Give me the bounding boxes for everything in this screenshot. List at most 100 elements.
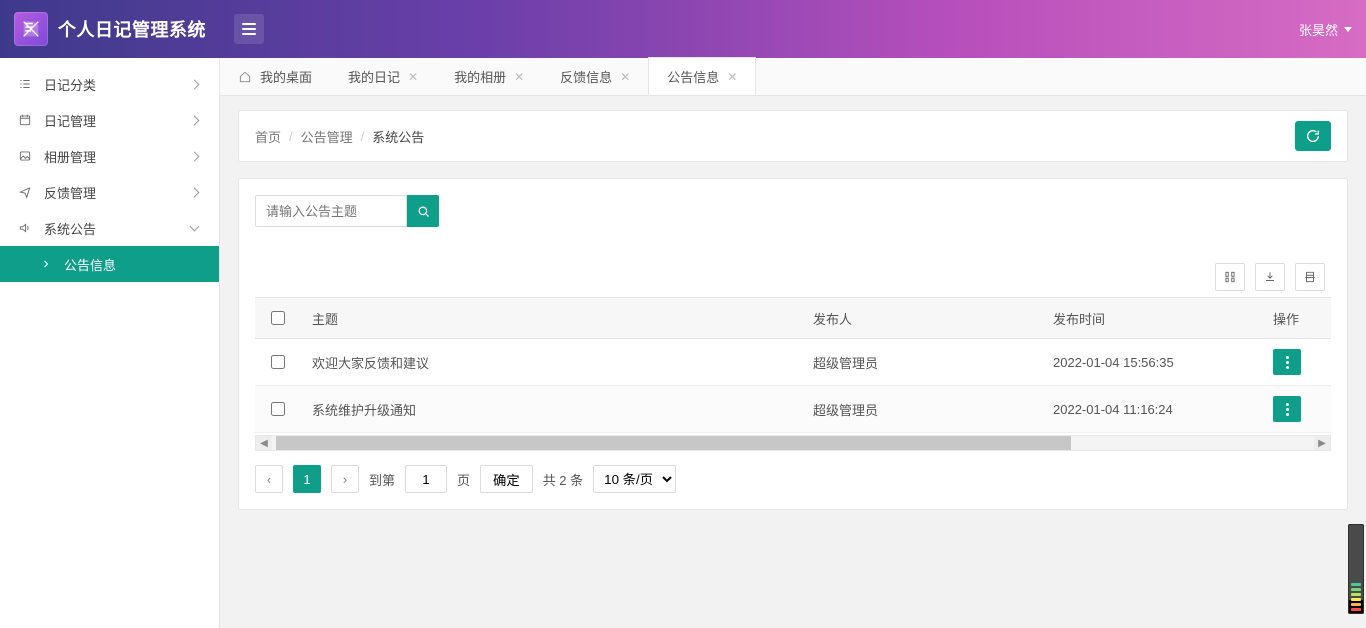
col-action: 操作 xyxy=(1261,298,1331,339)
sidebar-item-label: 系统公告 xyxy=(44,219,96,238)
sound-icon xyxy=(18,221,32,235)
list-icon xyxy=(18,77,32,91)
cell-time: 2022-01-04 11:16:24 xyxy=(1041,386,1261,433)
sidebar-item-diary-category[interactable]: 日记分类 xyxy=(0,66,219,102)
chevron-right-icon xyxy=(189,114,201,126)
sidebar-sub-notice-info[interactable]: 公告信息 xyxy=(0,246,219,282)
share-icon xyxy=(18,185,32,199)
tab-label: 公告信息 xyxy=(667,67,719,86)
cell-topic: 系统维护升级通知 xyxy=(300,386,801,433)
row-checkbox[interactable] xyxy=(271,402,285,416)
sidebar-sub-label: 公告信息 xyxy=(64,255,116,274)
col-publisher: 发布人 xyxy=(801,298,1041,339)
indicator-bar xyxy=(1351,603,1361,606)
pager-prev[interactable]: ‹ xyxy=(255,465,283,493)
breadcrumb-card: 首页 / 公告管理 / 系统公告 xyxy=(238,110,1348,162)
search-input[interactable] xyxy=(255,195,407,227)
scroll-indicator-widget[interactable] xyxy=(1348,524,1364,614)
row-action-button[interactable] xyxy=(1273,396,1301,422)
pager-goto-suffix: 页 xyxy=(457,470,470,489)
breadcrumb-separator: / xyxy=(289,129,293,144)
chevron-down-icon xyxy=(189,222,201,234)
chevron-right-icon xyxy=(189,78,201,90)
columns-button[interactable] xyxy=(1215,263,1245,291)
breadcrumb: 首页 / 公告管理 / 系统公告 xyxy=(255,127,424,146)
chevron-down-icon xyxy=(1344,27,1352,32)
scroll-right-arrow[interactable]: ▶ xyxy=(1314,436,1330,450)
refresh-button[interactable] xyxy=(1295,121,1331,151)
menu-toggle-button[interactable] xyxy=(234,14,264,44)
indicator-bar xyxy=(1351,588,1361,591)
breadcrumb-current: 系统公告 xyxy=(372,127,424,146)
sidebar-item-diary-manage[interactable]: 日记管理 xyxy=(0,102,219,138)
search-button[interactable] xyxy=(407,195,439,227)
pager-total: 共 2 条 xyxy=(543,470,583,489)
user-menu[interactable]: 张昊然 xyxy=(1299,20,1352,39)
scroll-thumb[interactable] xyxy=(276,436,1071,450)
tab-my-diary[interactable]: 我的日记 ✕ xyxy=(330,58,436,95)
close-icon[interactable]: ✕ xyxy=(408,70,418,84)
image-icon xyxy=(18,149,32,163)
indicator-bar xyxy=(1351,583,1361,586)
tab-desktop[interactable]: 我的桌面 xyxy=(220,58,330,95)
notice-table: 主题 发布人 发布时间 操作 欢迎大家反馈和建议 超级管理员 2022-01-0… xyxy=(255,297,1331,433)
breadcrumb-section[interactable]: 公告管理 xyxy=(301,127,353,146)
sidebar-item-album-manage[interactable]: 相册管理 xyxy=(0,138,219,174)
row-action-button[interactable] xyxy=(1273,349,1301,375)
search-icon xyxy=(416,204,431,219)
user-name: 张昊然 xyxy=(1299,20,1338,39)
sidebar-item-label: 反馈管理 xyxy=(44,183,96,202)
pagination: ‹ 1 › 到第 页 确定 共 2 条 10 条/页 xyxy=(255,465,1331,493)
scroll-left-arrow[interactable]: ◀ xyxy=(256,436,272,450)
app-title: 个人日记管理系统 xyxy=(58,16,206,42)
table-row: 系统维护升级通知 超级管理员 2022-01-04 11:16:24 xyxy=(255,386,1331,433)
tab-label: 我的桌面 xyxy=(260,67,312,86)
chevron-right-icon xyxy=(189,186,201,198)
cell-time: 2022-01-04 15:56:35 xyxy=(1041,339,1261,386)
breadcrumb-home[interactable]: 首页 xyxy=(255,127,281,146)
col-topic: 主题 xyxy=(300,298,801,339)
pager-page-current[interactable]: 1 xyxy=(293,465,321,493)
sidebar: 日记分类 日记管理 相册管理 反馈管理 系统公告 公告信息 xyxy=(0,58,220,628)
cell-topic: 欢迎大家反馈和建议 xyxy=(300,339,801,386)
indicator-bar xyxy=(1351,593,1361,596)
tab-notice[interactable]: 公告信息 ✕ xyxy=(648,57,756,95)
sidebar-item-system-notice[interactable]: 系统公告 xyxy=(0,210,219,246)
row-checkbox[interactable] xyxy=(271,355,285,369)
sidebar-item-feedback-manage[interactable]: 反馈管理 xyxy=(0,174,219,210)
sidebar-item-label: 相册管理 xyxy=(44,147,96,166)
col-time: 发布时间 xyxy=(1041,298,1261,339)
notice-panel: 主题 发布人 发布时间 操作 欢迎大家反馈和建议 超级管理员 2022-01-0… xyxy=(238,178,1348,510)
select-all-checkbox[interactable] xyxy=(271,311,285,325)
print-icon xyxy=(1303,270,1317,284)
pager-confirm-button[interactable]: 确定 xyxy=(480,465,533,493)
calendar-icon xyxy=(18,113,32,127)
sidebar-item-label: 日记管理 xyxy=(44,111,96,130)
close-icon[interactable]: ✕ xyxy=(620,70,630,84)
pager-goto-input[interactable] xyxy=(405,465,447,493)
tab-label: 我的相册 xyxy=(454,67,506,86)
indicator-bar xyxy=(1351,598,1361,601)
close-icon[interactable]: ✕ xyxy=(727,70,737,84)
pager-next[interactable]: › xyxy=(331,465,359,493)
home-icon xyxy=(238,70,252,84)
dots-icon xyxy=(1286,356,1289,369)
tab-label: 反馈信息 xyxy=(560,67,612,86)
export-button[interactable] xyxy=(1255,263,1285,291)
tab-bar: 我的桌面 我的日记 ✕ 我的相册 ✕ 反馈信息 ✕ 公告信息 ✕ xyxy=(220,58,1366,96)
close-icon[interactable]: ✕ xyxy=(514,70,524,84)
cell-publisher: 超级管理员 xyxy=(801,386,1041,433)
indicator-bar xyxy=(1351,608,1361,611)
table-row: 欢迎大家反馈和建议 超级管理员 2022-01-04 15:56:35 xyxy=(255,339,1331,386)
print-button[interactable] xyxy=(1295,263,1325,291)
table-hscroll[interactable]: ◀ ▶ xyxy=(255,435,1331,451)
pager-page-size[interactable]: 10 条/页 xyxy=(593,465,676,493)
tab-my-album[interactable]: 我的相册 ✕ xyxy=(436,58,542,95)
tab-feedback[interactable]: 反馈信息 ✕ xyxy=(542,58,648,95)
refresh-icon xyxy=(1305,128,1321,144)
export-icon xyxy=(1263,270,1277,284)
chevron-right-icon xyxy=(189,150,201,162)
pager-goto-prefix: 到第 xyxy=(369,470,395,489)
sidebar-item-label: 日记分类 xyxy=(44,75,96,94)
breadcrumb-separator: / xyxy=(361,129,365,144)
